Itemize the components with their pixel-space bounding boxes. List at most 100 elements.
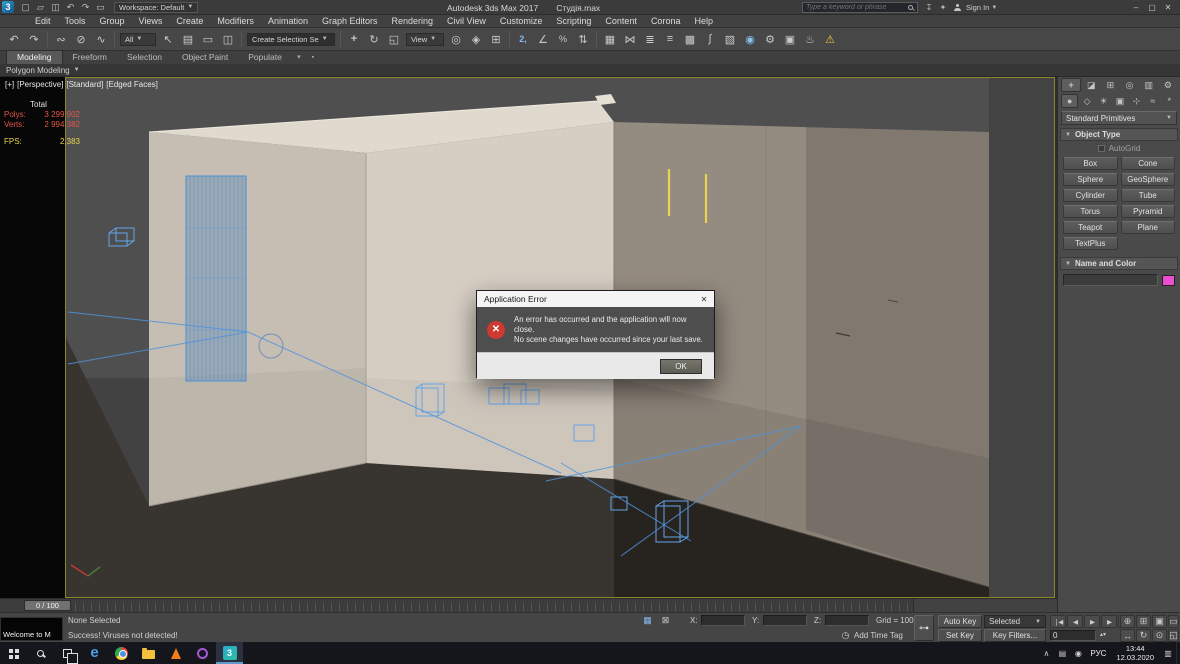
selection-lock-icon[interactable]: ⊠ <box>658 614 673 627</box>
viewport-pov-menu[interactable]: [Perspective] <box>17 80 63 89</box>
category-lights-icon[interactable]: ☀ <box>1096 94 1111 108</box>
menu-create[interactable]: Create <box>169 15 210 28</box>
menu-content[interactable]: Content <box>598 15 644 28</box>
search-icon[interactable] <box>908 5 913 10</box>
tray-app-icon[interactable]: ▤ <box>1054 642 1070 664</box>
ribbon-pin-icon[interactable]: ▪ <box>306 51 320 64</box>
next-frame-icon[interactable]: ▶ <box>1101 615 1117 628</box>
save-file-icon[interactable]: ◫ <box>48 1 63 14</box>
tab-create[interactable]: + <box>1061 78 1081 92</box>
help-search[interactable] <box>802 2 918 13</box>
time-slider[interactable]: 0 / 100 <box>24 600 71 611</box>
curve-editor-icon[interactable]: ∫ <box>700 30 720 49</box>
menu-graph-editors[interactable]: Graph Editors <box>315 15 385 28</box>
go-to-start-icon[interactable]: ❘◀ <box>1050 615 1066 628</box>
zoom-icon[interactable]: ⊕ <box>1120 615 1135 628</box>
menu-tools[interactable]: Tools <box>58 15 93 28</box>
menu-customize[interactable]: Customize <box>493 15 550 28</box>
zoom-extents-icon[interactable]: ▣ <box>1152 615 1167 628</box>
maximize-viewport-icon[interactable]: ◱ <box>1168 629 1179 642</box>
workspace-dropdown[interactable]: Workspace: Default ▼ <box>114 2 198 13</box>
category-spacewarps-icon[interactable]: ≈ <box>1145 94 1160 108</box>
viewport-general-menu[interactable]: [+] <box>5 80 14 89</box>
pyramid-button[interactable]: Pyramid <box>1121 205 1176 218</box>
pan-icon[interactable]: ↔ <box>1120 629 1135 642</box>
close-icon[interactable]: ✕ <box>1160 1 1176 14</box>
ribbon-panel-title[interactable]: Polygon Modeling <box>6 66 70 75</box>
key-filters-button[interactable]: Key Filters... <box>984 629 1046 642</box>
sign-in-label[interactable]: Sign In <box>966 3 989 12</box>
undo-icon[interactable]: ↶ <box>4 30 24 49</box>
menu-modifiers[interactable]: Modifiers <box>210 15 261 28</box>
dialog-close-icon[interactable]: ✕ <box>694 291 714 307</box>
select-by-name-icon[interactable]: ▤ <box>178 30 198 49</box>
menu-corona[interactable]: Corona <box>644 15 688 28</box>
ribbon-minimize-icon[interactable]: ▾ <box>292 51 306 64</box>
torus-button[interactable]: Torus <box>1063 205 1118 218</box>
menu-animation[interactable]: Animation <box>261 15 315 28</box>
cylinder-button[interactable]: Cylinder <box>1063 189 1118 202</box>
teapot-button[interactable]: Teapot <box>1063 221 1118 234</box>
set-key-button[interactable]: Set Key <box>938 629 982 642</box>
tab-display[interactable]: ▥ <box>1140 78 1158 92</box>
tab-freeform[interactable]: Freeform <box>63 51 117 64</box>
selection-filter-dropdown[interactable]: All ▼ <box>120 33 156 46</box>
browser-app-button[interactable] <box>189 642 216 664</box>
menu-help[interactable]: Help <box>687 15 720 28</box>
maximize-icon[interactable]: ▢ <box>1144 1 1160 14</box>
media-app-button[interactable] <box>162 642 189 664</box>
minimize-icon[interactable]: – <box>1128 1 1144 14</box>
plane-button[interactable]: Plane <box>1121 221 1176 234</box>
keyboard-override-icon[interactable]: ⊞ <box>486 30 506 49</box>
material-editor-icon[interactable]: ◉ <box>740 30 760 49</box>
add-time-tag[interactable]: Add Time Tag <box>854 631 903 640</box>
file-explorer-button[interactable] <box>135 642 162 664</box>
select-object-icon[interactable]: ↖ <box>158 30 178 49</box>
layer-manager-icon[interactable]: ≡ <box>660 30 680 49</box>
menu-group[interactable]: Group <box>93 15 132 28</box>
open-file-icon[interactable]: ▱ <box>33 1 48 14</box>
community-icon[interactable]: ✦ <box>936 1 950 14</box>
angle-snap-icon[interactable]: ∠ <box>533 30 553 49</box>
tab-utilities[interactable]: ⚙ <box>1159 78 1177 92</box>
category-cameras-icon[interactable]: ▣ <box>1112 94 1127 108</box>
redo-icon[interactable]: ↷ <box>78 1 93 14</box>
set-key-big-button[interactable]: ⊶ <box>914 615 934 641</box>
project-folder-icon[interactable]: ▭ <box>93 1 108 14</box>
tube-button[interactable]: Tube <box>1121 189 1176 202</box>
redo-icon[interactable]: ↷ <box>24 30 44 49</box>
new-scene-icon[interactable]: ▢ <box>18 1 33 14</box>
3dsmax-taskbar-button[interactable]: 3 <box>216 642 243 664</box>
y-coordinate-field[interactable] <box>763 615 807 626</box>
warning-icon[interactable]: ⚠ <box>820 30 840 49</box>
start-button[interactable] <box>0 642 27 664</box>
primitives-dropdown[interactable]: Standard Primitives ▼ <box>1061 111 1177 125</box>
render-setup-icon[interactable]: ⚙ <box>760 30 780 49</box>
sphere-button[interactable]: Sphere <box>1063 173 1118 186</box>
align-icon[interactable]: ≣ <box>640 30 660 49</box>
name-color-rollout[interactable]: ▼ Name and Color <box>1060 257 1178 270</box>
ok-button[interactable]: OK <box>660 359 702 374</box>
show-desktop-button[interactable] <box>1176 642 1180 664</box>
select-and-rotate-icon[interactable]: ↻ <box>364 30 384 49</box>
tab-selection[interactable]: Selection <box>117 51 172 64</box>
sign-in-chevron-icon[interactable]: ▼ <box>991 5 997 11</box>
percent-snap-icon[interactable]: % <box>553 30 573 49</box>
select-and-link-icon[interactable]: ∾ <box>51 30 71 49</box>
menu-civil-view[interactable]: Civil View <box>440 15 493 28</box>
search-input[interactable] <box>803 4 908 11</box>
named-selection-sets-dropdown[interactable]: Create Selection Se ▼ <box>247 33 335 46</box>
z-coordinate-field[interactable] <box>825 615 869 626</box>
bind-to-spacewarp-icon[interactable]: ∿ <box>91 30 111 49</box>
menu-rendering[interactable]: Rendering <box>385 15 441 28</box>
previous-frame-icon[interactable]: ◀ <box>1067 615 1083 628</box>
schematic-view-icon[interactable]: ▧ <box>720 30 740 49</box>
autogrid-label[interactable]: AutoGrid <box>1109 144 1141 153</box>
current-frame-field[interactable] <box>1050 630 1096 641</box>
render-production-icon[interactable]: ♨ <box>800 30 820 49</box>
task-view-button[interactable] <box>54 642 81 664</box>
zoom-all-icon[interactable]: ⊞ <box>1136 615 1151 628</box>
tab-hierarchy[interactable]: ⊞ <box>1101 78 1119 92</box>
tab-object-paint[interactable]: Object Paint <box>172 51 238 64</box>
object-name-field[interactable] <box>1063 274 1158 286</box>
